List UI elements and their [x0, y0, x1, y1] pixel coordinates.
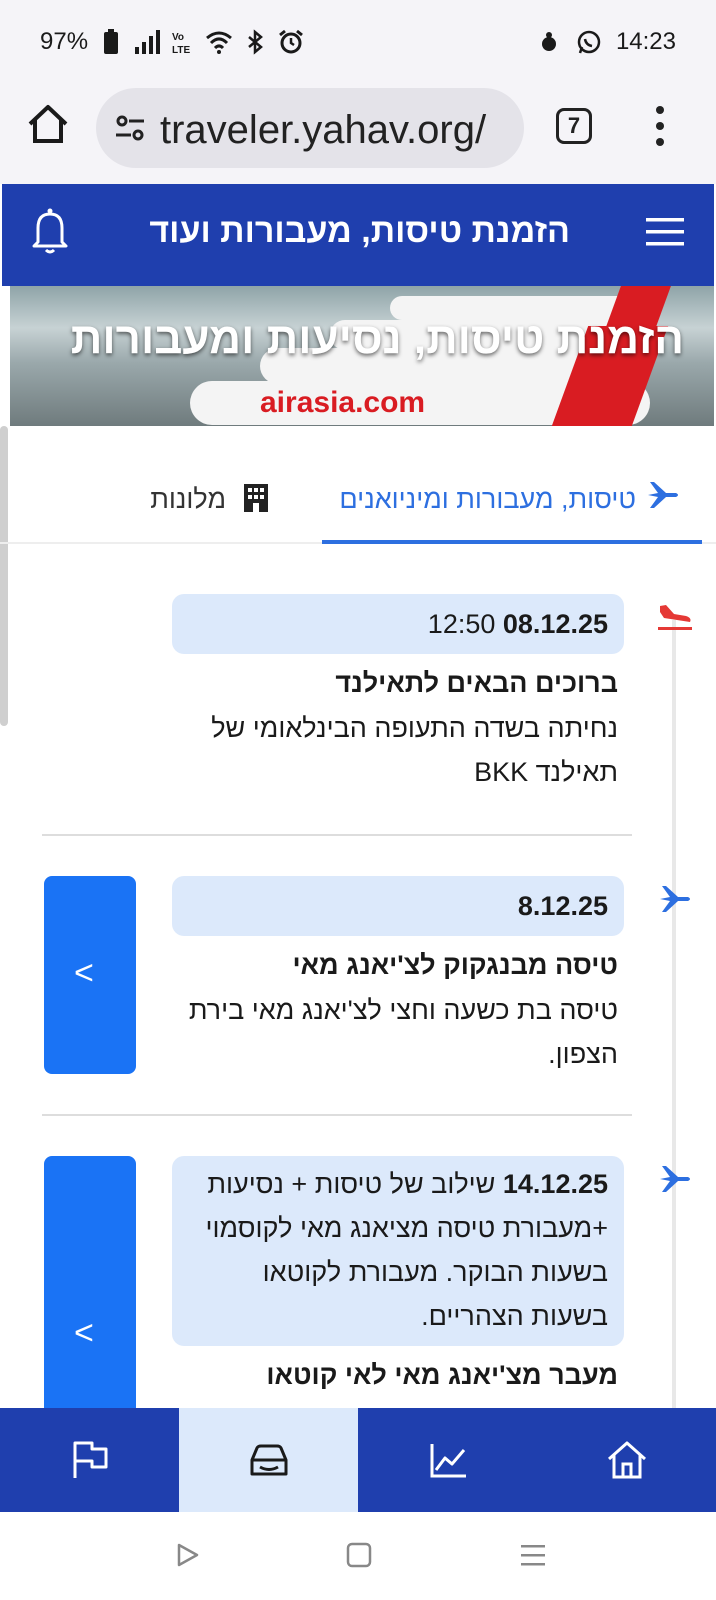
hero-heading: הזמנת טיסות, נסיעות ומעבורות	[70, 314, 684, 363]
hero-banner: airasia.com הזמנת טיסות, נסיעות ומעבורות	[10, 286, 714, 426]
chart-icon	[430, 1444, 466, 1478]
event-title: טיסה מבנגקוק לצ'יאנג מאי	[292, 950, 618, 980]
site-settings-icon[interactable]	[114, 112, 146, 144]
plane-landing-icon	[658, 605, 692, 630]
app-header: הזמנת טיסות, מעבורות ועוד	[2, 184, 714, 286]
status-bar: 97% Vo LTE 14:23	[0, 0, 716, 82]
event-time: 12:50	[427, 609, 496, 639]
nav-home[interactable]	[537, 1408, 716, 1512]
event-title: מעבר מצ'יאנג מאי לאי קוטאו	[266, 1360, 618, 1390]
address-bar[interactable]: traveler.yahav.org/	[96, 88, 524, 168]
expand-button[interactable]: <	[44, 876, 136, 1074]
nav-flag[interactable]	[0, 1408, 179, 1512]
tab-flights[interactable]: טיסות, מעבורות ומיניואנים	[322, 446, 702, 544]
airplane-icon	[660, 886, 690, 912]
bottom-navigation	[0, 1408, 716, 1512]
notification-icon	[541, 32, 556, 51]
recents-menu-icon[interactable]	[520, 1542, 546, 1568]
chevron-left-icon: <	[74, 954, 94, 992]
event-date-box: 08.12.25 12:50	[172, 594, 624, 654]
tab-label: טיסות, מעבורות ומיניואנים	[339, 484, 636, 514]
event-description: נחיתה בשדה התעופה הבינלאומי של תאילנד BK…	[211, 713, 618, 787]
airplane-icon	[648, 482, 678, 508]
car-icon	[250, 1444, 287, 1476]
home-square-icon[interactable]	[346, 1542, 372, 1568]
volte-icon: Vo LTE	[172, 32, 190, 55]
tab-label: מלונות	[150, 484, 226, 514]
hero-brand: airasia.com	[260, 386, 426, 419]
home-icon[interactable]	[26, 102, 70, 146]
nav-stats[interactable]	[358, 1408, 537, 1512]
svg-text:Vo: Vo	[172, 32, 184, 43]
app-title: הזמנת טיסות, מעבורות ועוד	[149, 212, 570, 250]
home-icon	[607, 1441, 646, 1479]
battery-percent: 97%	[40, 28, 89, 55]
divider	[42, 834, 632, 836]
bell-icon[interactable]	[30, 206, 70, 256]
event-title: ברוכים הבאים לתאילנד	[335, 668, 618, 698]
svg-text:LTE: LTE	[172, 45, 190, 55]
expand-button[interactable]: <	[44, 1156, 136, 1408]
back-triangle-icon[interactable]	[176, 1542, 200, 1568]
category-tabs: טיסות, מעבורות ומיניואנים מלונות	[0, 446, 716, 544]
signal-icon	[135, 30, 161, 54]
timeline-line	[672, 620, 676, 1410]
clock: 14:23	[615, 28, 676, 55]
system-navigation	[0, 1512, 716, 1600]
tab-switcher-button[interactable]: 7	[556, 108, 592, 144]
alarm-icon	[279, 29, 303, 54]
battery-icon	[104, 29, 119, 54]
event-date-box: 8.12.25	[172, 876, 624, 936]
event-date-box: 14.12.25 שילוב של טיסות + נסיעות +מעבורת…	[172, 1156, 624, 1346]
hamburger-menu-icon[interactable]	[646, 216, 684, 248]
bluetooth-icon	[248, 29, 263, 55]
airplane-icon	[660, 1166, 690, 1192]
event-date: 8.12.25	[517, 891, 608, 921]
event-description: טיסה בת כשעה וחצי לצ'יאנג מאי בירת הצפון…	[188, 995, 618, 1069]
url-text[interactable]: traveler.yahav.org/	[160, 108, 510, 153]
divider	[42, 1114, 632, 1116]
event-date: 08.12.25	[502, 609, 608, 639]
more-options-icon[interactable]	[654, 104, 666, 148]
nav-car[interactable]	[179, 1408, 358, 1512]
flag-icon	[73, 1441, 107, 1478]
browser-toolbar: traveler.yahav.org/ 7	[0, 82, 716, 184]
whatsapp-icon	[577, 30, 601, 54]
wifi-icon	[206, 31, 233, 54]
hotel-icon	[244, 484, 268, 512]
chevron-left-icon: <	[74, 1314, 94, 1352]
event-date: 14.12.25	[502, 1169, 608, 1199]
